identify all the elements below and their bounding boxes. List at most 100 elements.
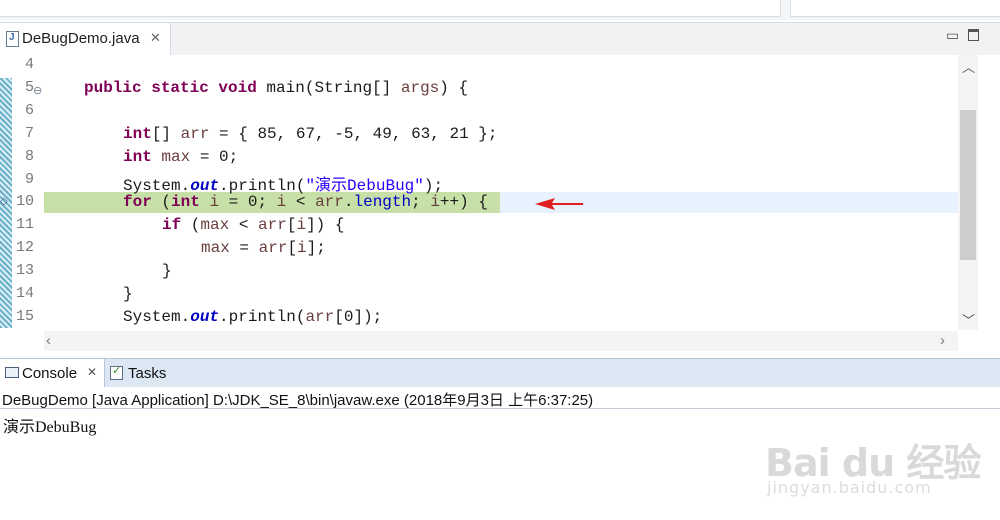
variable: i [430, 193, 440, 211]
code-text: System.out.println(arr[0]); [123, 308, 382, 326]
code-line: 6 [0, 101, 958, 123]
tab-tasks[interactable]: Tasks [108, 359, 188, 387]
code-line: 8 int max = 0; [0, 147, 958, 169]
watermark: Bai du 经验 jingyan.baidu.com [765, 412, 995, 512]
code-token: < [229, 216, 259, 234]
code-token: = [229, 239, 259, 257]
code-token: ) { [439, 79, 469, 97]
code-text: int max = 0; [123, 148, 238, 166]
code-line: 4 [0, 55, 958, 77]
variable: max [161, 148, 191, 166]
toolbar-area-right [790, 0, 1000, 17]
variable: arr [258, 239, 288, 257]
keyword: public static void [84, 79, 257, 97]
java-file-icon [6, 31, 19, 47]
code-line-current: 10 for (int i = 0; i < arr.length; i++) … [0, 192, 958, 214]
code-token: ++) { [439, 193, 488, 211]
code-token: = 0; [190, 148, 239, 166]
maximize-icon[interactable] [968, 29, 979, 41]
code-token: main(String[] [256, 79, 401, 97]
keyword: int [123, 148, 152, 166]
code-text: for (int i = 0; i < arr.length; i++) { [123, 193, 488, 211]
line-number: 8 [24, 148, 34, 165]
toolbar-area [0, 0, 781, 17]
code-text: if (max < arr[i]) { [162, 216, 344, 234]
scroll-up-icon[interactable]: ︿ [962, 57, 975, 76]
keyword: for [123, 193, 152, 211]
keyword: int [171, 193, 200, 211]
code-text: } [162, 262, 172, 280]
tab-console[interactable]: Console ✕ [0, 359, 105, 387]
line-number: 14 [15, 285, 34, 302]
tab-tasks-label: Tasks [128, 365, 167, 382]
code-line: 15 System.out.println(arr[0]); [0, 307, 958, 329]
variable: arr [315, 193, 344, 211]
code-line: 13 } [0, 261, 958, 283]
code-token: = 0; [219, 193, 277, 211]
console-process-header: DeBugDemo [Java Application] D:\JDK_SE_8… [0, 387, 1000, 409]
code-text: public static void main(String[] args) { [84, 79, 468, 97]
code-editor[interactable]: ⊖ ◇ 4 5 public static void main(String[]… [0, 55, 1000, 352]
close-icon[interactable]: ✕ [87, 365, 97, 379]
watermark-url: jingyan.baidu.com [767, 478, 932, 497]
line-number: 7 [24, 125, 34, 142]
code-token: = { 85, 67, -5, 49, 63, 21 }; [209, 125, 498, 143]
code-token: .println( [219, 308, 306, 326]
line-number: 12 [15, 239, 34, 256]
code-token: [ [286, 216, 297, 234]
variable: i [296, 216, 307, 234]
vertical-scrollbar[interactable]: ︿ ﹀ [958, 55, 978, 330]
scroll-right-icon[interactable]: › [940, 332, 945, 349]
variable: arr [180, 125, 210, 143]
top-toolbar-strip [0, 0, 1000, 20]
variable: arr [305, 308, 335, 326]
code-text: int[] arr = { 85, 67, -5, 49, 63, 21 }; [123, 125, 497, 143]
line-number: 5 [24, 79, 34, 96]
variable: max [201, 239, 230, 257]
annotation-arrow-icon [535, 198, 583, 210]
code-line: 9 System.out.println("演示DebuBug"); [0, 170, 958, 195]
field: length [353, 193, 412, 211]
editor-tab-debugdemo[interactable]: DeBugDemo.java ✕ [0, 23, 171, 55]
code-token: ( [151, 193, 172, 211]
scroll-down-icon[interactable]: ﹀ [962, 310, 975, 329]
console-icon [5, 367, 19, 378]
close-icon[interactable]: ✕ [150, 30, 161, 46]
code-line: 11 if (max < arr[i]) { [0, 215, 958, 237]
code-line: 5 public static void main(String[] args)… [0, 78, 958, 100]
code-text: max = arr[i]; [201, 239, 326, 257]
console-tab-bar: Console ✕ Tasks [0, 358, 1000, 387]
code-token: ; [411, 193, 431, 211]
console-output-text: 演示DebuBug [3, 419, 97, 436]
variable: max [200, 216, 230, 234]
keyword: if [162, 216, 182, 234]
code-token: [ [287, 239, 298, 257]
code-text: } [123, 285, 133, 303]
line-number: 13 [15, 262, 34, 279]
code-token: ]; [306, 239, 326, 257]
code-token: [0]); [334, 308, 383, 326]
horizontal-scrollbar[interactable]: ‹ › [44, 331, 958, 351]
line-number: 11 [15, 216, 34, 233]
minimize-icon[interactable]: ▭ [946, 27, 959, 44]
variable: arr [258, 216, 287, 234]
code-line: 7 int[] arr = { 85, 67, -5, 49, 63, 21 }… [0, 124, 958, 146]
code-token: < [286, 193, 316, 211]
editor-tab-label: DeBugDemo.java [22, 30, 140, 47]
console-process-label: DeBugDemo [Java Application] D:\JDK_SE_8… [2, 392, 594, 409]
code-token: [] [151, 125, 181, 143]
editor-tab-bar: DeBugDemo.java ✕ ▭ [0, 22, 1000, 56]
variable: args [400, 79, 440, 97]
keyword: int [123, 125, 152, 143]
code-token: . [343, 193, 354, 211]
tab-console-label: Console [22, 365, 78, 382]
line-number: 4 [24, 56, 34, 73]
scrollbar-thumb[interactable] [960, 110, 976, 260]
scroll-left-icon[interactable]: ‹ [46, 332, 51, 349]
tasks-icon [110, 364, 123, 380]
code-token: ( [181, 216, 201, 234]
line-number: 10 [15, 193, 34, 210]
code-token: System. [123, 308, 191, 326]
